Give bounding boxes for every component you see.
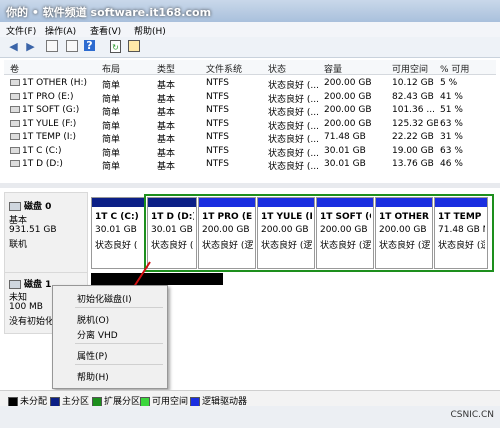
menu-separator [75,307,163,308]
legend-swatch [8,396,18,407]
status-bar [0,406,500,428]
menu-separator [75,364,163,365]
menu-item-help[interactable]: 帮助(H) [77,370,109,383]
legend-swatch [140,396,150,407]
context-menu: 初始化磁盘(I) 脱机(O) 分离 VHD 属性(P) 帮助(H) [52,285,168,389]
menu-item-initialize-disk[interactable]: 初始化磁盘(I) [77,292,132,305]
watermark: CSNIC.CN [450,410,494,420]
legend-swatch [190,396,200,407]
legend: 未分配 主分区 扩展分区 可用空间 逻辑驱动器 [0,390,500,407]
menu-item-properties[interactable]: 属性(P) [77,349,107,362]
legend-swatch [92,396,102,407]
menu-item-detach-vhd[interactable]: 分离 VHD [77,328,118,341]
legend-swatch [50,396,60,407]
menu-separator [75,343,163,344]
menu-item-offline[interactable]: 脱机(O) [77,313,109,326]
